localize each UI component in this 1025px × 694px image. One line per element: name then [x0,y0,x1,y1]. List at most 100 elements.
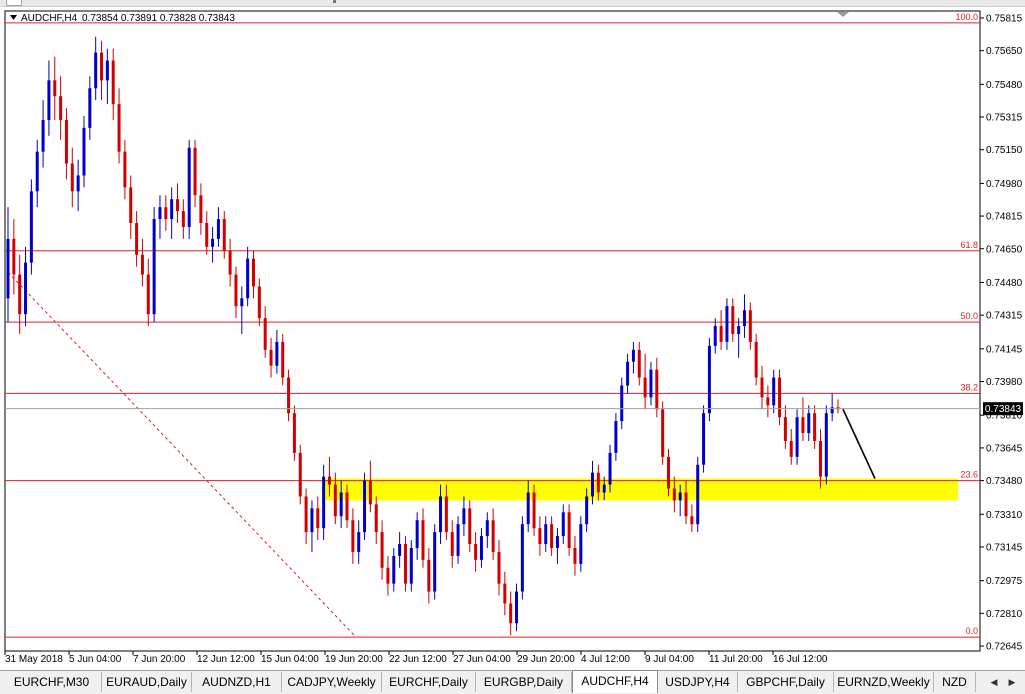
candle-body [526,492,530,525]
candle-body [778,377,782,418]
candle-body [199,195,203,224]
candle-body [140,254,144,275]
time-tick-label: 27 Jun 04:00 [453,654,511,665]
candle-body [439,496,443,533]
price-tick-label: 0.75480 [986,80,1023,91]
candle-body [515,591,519,624]
candle-body [327,476,331,485]
tab-eurnzd-weekly[interactable]: EURNZD,Weekly [834,672,934,692]
candle-body [281,341,285,378]
candle-body [608,452,612,485]
tab-gbpchf-daily[interactable]: GBPCHF,Daily [738,672,834,692]
candle-body [129,187,133,224]
candle-body [661,409,665,457]
price-tick-label: 0.73480 [986,476,1023,487]
candle-body [380,532,384,568]
candle-body [544,524,548,545]
candle-body [666,456,670,489]
candle-body [6,238,10,299]
candle-body [813,413,817,441]
candle-body [123,151,127,188]
candle-body [316,508,320,529]
time-tick-label: 15 Jun 04:00 [261,654,319,665]
tab-cadjpy-weekly[interactable]: CADJPY,Weekly [282,672,382,692]
candle-body [433,532,437,592]
candle-body [649,369,653,398]
candle-body [228,250,232,275]
tab-nzd[interactable]: NZD [934,672,976,692]
candle-body [561,512,565,537]
arrow-right-icon[interactable]: ▶ [1004,674,1020,690]
candle-body [222,219,226,251]
time-tick-label: 4 Jul 12:00 [581,654,630,665]
candle-body [403,544,407,584]
price-tick-label: 0.74145 [986,344,1023,355]
price-chart[interactable]: 100.061.850.038.223.60.0 0.758150.756500… [0,0,1025,694]
candle-body [485,520,489,537]
candle-body [82,127,86,176]
fib-level-label: 50.0 [960,311,978,321]
candle-body [158,207,162,220]
candle-body [591,472,595,497]
candle-body [269,349,273,366]
candle-body [322,476,326,529]
chart-symbol: AUDCHF,H4 [21,13,78,24]
candle-body [240,298,244,307]
tab-usdjpy-h4[interactable]: USDJPY,H4 [658,672,738,692]
time-tick-label: 7 Jun 20:00 [133,654,186,665]
candle-body [637,349,641,378]
candle-body [287,377,291,414]
candle-body [170,199,174,220]
candle-body [187,147,191,227]
candle-body [345,492,349,521]
candle-body [205,223,209,247]
price-tick-label: 0.74650 [986,244,1023,255]
candle-body [100,52,104,81]
candle-body [76,175,80,192]
price-tick-label: 0.72810 [986,609,1023,620]
candle-body [386,567,390,584]
candle-body [807,413,811,434]
candle-body [602,484,606,493]
candle-body [88,88,92,128]
candle-body [713,326,717,346]
candle-body [70,163,74,192]
candle-body [468,508,472,545]
candle-body [754,341,758,378]
candle-body [24,262,28,315]
candle-body [696,464,700,525]
candle-body [742,310,746,327]
tab-euraud-daily[interactable]: EURAUD,Daily [102,672,192,692]
tab-audchf-h4[interactable]: AUDCHF,H4 [572,670,658,693]
candle-body [702,413,706,465]
support-zone-highlight[interactable] [322,478,958,501]
candle-body [555,536,559,548]
candle-body [298,452,302,497]
candle-body [363,480,367,533]
candle-body [620,385,624,422]
chart-plot-area[interactable] [4,10,981,652]
time-tick-label: 5 Jun 04:00 [69,654,122,665]
arrow-left-icon[interactable]: ◀ [986,674,1002,690]
candle-body [725,306,729,342]
candle-body [672,488,676,501]
tab-eurchf-daily[interactable]: EURCHF,Daily [382,672,476,692]
candle-body [415,520,419,548]
candle-body [719,326,723,342]
candle-body [532,492,536,529]
candle-body [497,551,501,584]
candle-body [246,258,250,299]
tab-eurgbp-daily[interactable]: EURGBP,Daily [476,672,572,692]
candle-body [263,318,267,350]
candle-body [117,104,121,152]
fib-level-label: 0.0 [965,626,978,636]
candle-body [474,544,478,560]
time-tick-label: 22 Jun 12:00 [389,654,447,665]
time-tick-label: 16 Jul 12:00 [773,654,828,665]
candle-body [41,119,45,152]
candle-body [678,492,682,501]
candle-body [596,472,600,493]
tab-audnzd-h1[interactable]: AUDNZD,H1 [192,672,282,692]
tab-eurchf-m30[interactable]: EURCHF,M30 [2,672,102,692]
price-tick-label: 0.72975 [986,576,1023,587]
